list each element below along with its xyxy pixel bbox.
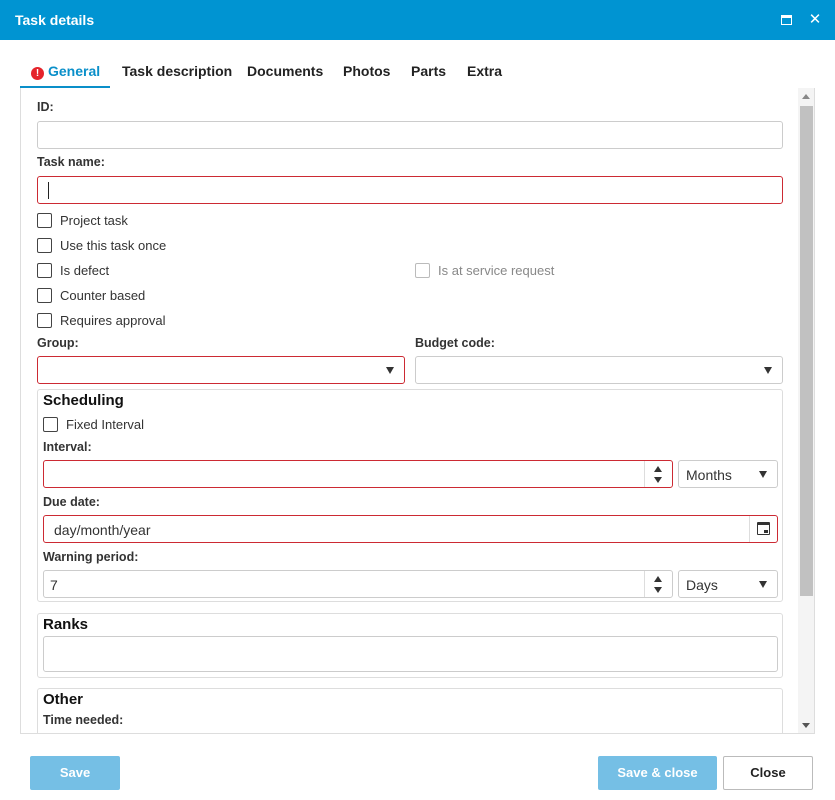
budget-code-select[interactable]	[415, 356, 783, 384]
window-title: Task details	[15, 12, 95, 28]
chevron-down-icon	[764, 367, 772, 374]
id-label: ID:	[37, 100, 54, 114]
requires-approval-label: Requires approval	[60, 313, 166, 329]
other-section: Other Time needed:	[37, 688, 783, 733]
is-defect-checkbox[interactable]	[37, 263, 52, 279]
service-request-label: Is at service request	[438, 263, 555, 279]
task-name-input[interactable]	[37, 176, 783, 204]
warning-period-label: Warning period:	[43, 550, 139, 564]
tab-extra[interactable]: Extra	[467, 56, 502, 88]
caret-down-icon[interactable]	[654, 477, 662, 483]
interval-input[interactable]	[43, 460, 673, 488]
warning-period-value: 7	[50, 577, 58, 593]
error-icon: !	[31, 67, 44, 80]
interval-stepper[interactable]	[644, 461, 672, 487]
interval-label: Interval:	[43, 440, 92, 454]
tab-documents[interactable]: Documents	[247, 56, 323, 88]
warning-unit-value: Days	[686, 577, 718, 593]
vertical-scrollbar[interactable]	[798, 88, 814, 733]
requires-approval-checkbox[interactable]	[37, 313, 52, 329]
service-request-checkbox	[415, 263, 430, 279]
tab-general-label: General	[48, 63, 101, 79]
use-once-row[interactable]: Use this task once	[37, 237, 166, 255]
calendar-icon[interactable]	[749, 516, 777, 542]
text-caret	[48, 182, 49, 199]
project-task-row[interactable]: Project task	[37, 212, 128, 230]
close-icon[interactable]: ✕	[805, 10, 825, 30]
tab-general[interactable]: ! General	[20, 56, 110, 88]
interval-unit-select[interactable]: Months	[678, 460, 778, 488]
title-bar: Task details ✕	[0, 0, 835, 40]
is-defect-row[interactable]: Is defect	[37, 262, 109, 280]
tab-parts[interactable]: Parts	[411, 56, 446, 88]
due-date-input[interactable]: day/month/year	[43, 515, 778, 543]
scroll-thumb[interactable]	[800, 106, 813, 596]
scheduling-section: Scheduling Fixed Interval Interval: Mont…	[37, 389, 783, 602]
project-task-checkbox[interactable]	[37, 213, 52, 229]
use-once-label: Use this task once	[60, 238, 167, 254]
caret-up-icon[interactable]	[654, 576, 662, 582]
scheduling-title: Scheduling	[43, 392, 124, 409]
caret-up-icon[interactable]	[654, 466, 662, 472]
ranks-title: Ranks	[43, 616, 89, 633]
ranks-input[interactable]	[43, 636, 778, 672]
fixed-interval-label: Fixed Interval	[66, 417, 145, 433]
budget-code-label: Budget code:	[415, 336, 495, 350]
group-label: Group:	[37, 336, 79, 350]
tab-task-description[interactable]: Task description	[122, 56, 232, 88]
warning-period-input[interactable]: 7	[43, 570, 673, 598]
save-close-button[interactable]: Save & close	[598, 756, 717, 790]
warning-unit-select[interactable]: Days	[678, 570, 778, 598]
fixed-interval-row[interactable]: Fixed Interval	[43, 416, 144, 434]
due-date-placeholder: day/month/year	[54, 522, 151, 538]
counter-based-label: Counter based	[60, 288, 146, 304]
tab-photos[interactable]: Photos	[343, 56, 390, 88]
chevron-down-icon	[759, 471, 767, 478]
general-panel: ID: Task name: Project task Use this tas…	[20, 88, 815, 734]
maximize-icon[interactable]	[776, 10, 796, 30]
counter-based-checkbox[interactable]	[37, 288, 52, 304]
chevron-down-icon	[759, 581, 767, 588]
service-request-row: Is at service request	[415, 262, 554, 280]
due-date-label: Due date:	[43, 495, 100, 509]
interval-unit-value: Months	[686, 467, 732, 483]
is-defect-label: Is defect	[60, 263, 110, 279]
time-needed-label: Time needed:	[43, 713, 124, 727]
fixed-interval-checkbox[interactable]	[43, 417, 58, 433]
requires-approval-row[interactable]: Requires approval	[37, 312, 166, 330]
save-button[interactable]: Save	[30, 756, 120, 790]
task-name-label: Task name:	[37, 155, 105, 169]
id-input[interactable]	[37, 121, 783, 149]
close-button[interactable]: Close	[723, 756, 813, 790]
caret-down-icon[interactable]	[654, 587, 662, 593]
ranks-section: Ranks	[37, 613, 783, 678]
warning-period-stepper[interactable]	[644, 571, 672, 597]
group-select[interactable]	[37, 356, 405, 384]
tab-bar: ! General Task description Documents Phot…	[20, 56, 815, 88]
counter-based-row[interactable]: Counter based	[37, 287, 145, 305]
chevron-down-icon	[386, 367, 394, 374]
other-title: Other	[43, 691, 84, 708]
form-content: ID: Task name: Project task Use this tas…	[21, 88, 798, 733]
project-task-label: Project task	[60, 213, 128, 229]
use-once-checkbox[interactable]	[37, 238, 52, 254]
scroll-down-icon[interactable]	[802, 723, 810, 728]
scroll-up-icon[interactable]	[802, 94, 810, 99]
